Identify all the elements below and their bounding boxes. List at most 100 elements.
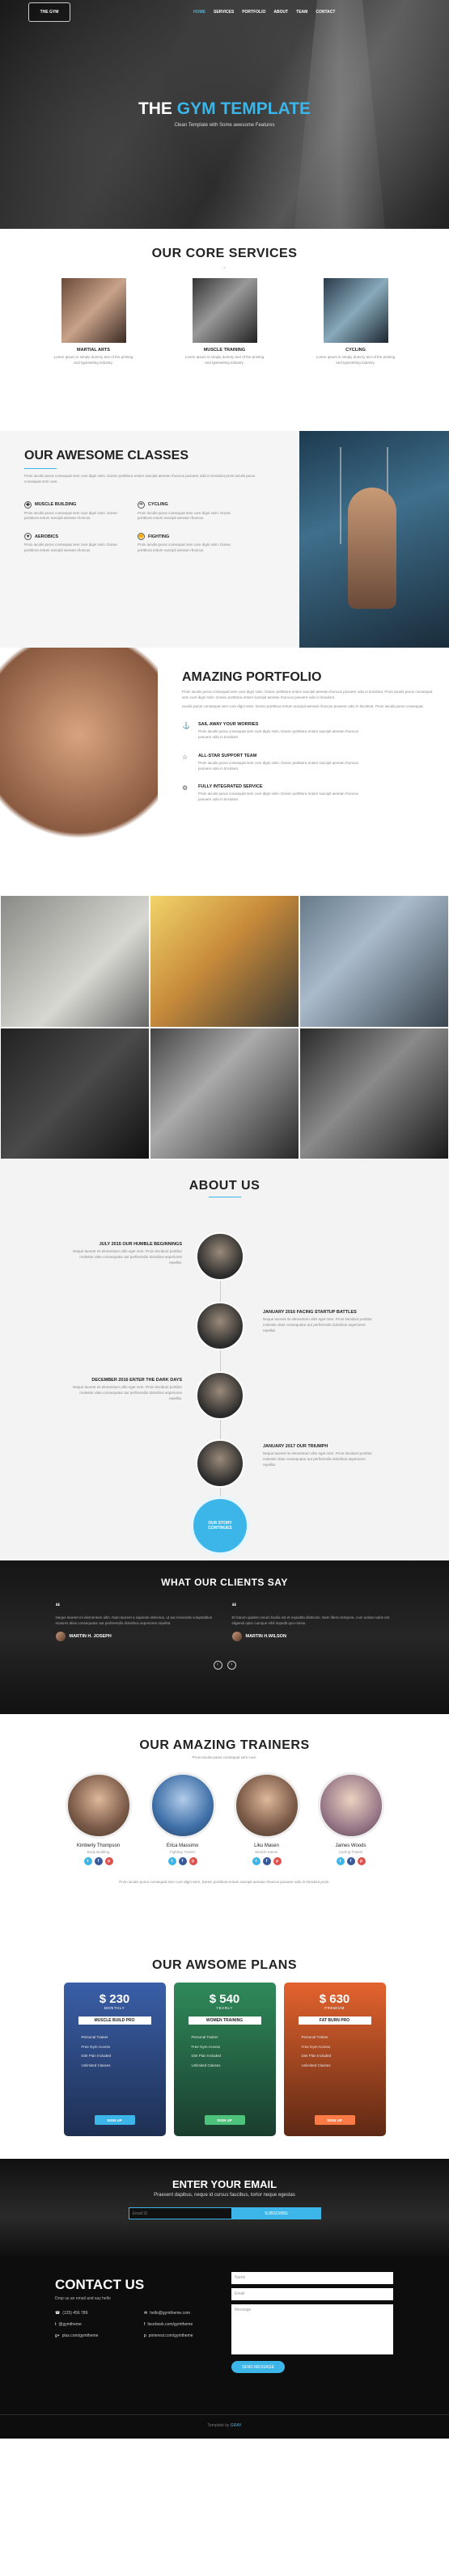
contact-form: Name Email Message SEND MESSAGE <box>231 2272 393 2373</box>
nav-menu: HOME SERVICES PORTFOLIO ABOUT TEAM CONTA… <box>193 10 335 15</box>
plan-period: MONTHLY <box>104 2006 125 2010</box>
feature-text: Proin iaculis purus consequat sem cure d… <box>198 760 358 771</box>
service-name: MUSCLE TRAINING <box>203 348 246 353</box>
class-name: FIGHTING <box>148 534 170 539</box>
facebook-icon[interactable]: f <box>178 1856 187 1865</box>
plans-section: OUR AWSOME PLANS $ 230 MONTHLY MUSCLE BU… <box>0 1940 449 2159</box>
gallery-image-kettlebells[interactable] <box>0 1027 150 1159</box>
contact-pinterest[interactable]: p pinterest.com/gymtheme <box>144 2333 233 2338</box>
signup-button[interactable]: SIGN UP <box>94 2115 135 2125</box>
portfolio-intro-1: Proin iaculis purus consequat sem cure d… <box>182 690 433 699</box>
twitter-icon[interactable]: t <box>336 1856 345 1865</box>
gallery-image-ropes[interactable] <box>150 1027 299 1159</box>
feature-text: Proin iaculis purus consequat sem cure d… <box>198 729 358 739</box>
plan-feature: Unlimited Classes <box>81 2063 111 2068</box>
pinterest-icon[interactable]: p <box>104 1856 113 1865</box>
portfolio-title: AMAZING PORTFOLIO <box>182 670 322 684</box>
classes-section: OUR AWESOME CLASSES Proin iaculis purus … <box>0 431 449 648</box>
service-text: Lorem Ipsum is simply dummy text of the … <box>53 355 133 365</box>
gallery-image-running[interactable] <box>150 895 299 1028</box>
nav-item-team[interactable]: TEAM <box>296 10 307 15</box>
next-arrow-icon[interactable]: › <box>227 1660 236 1670</box>
plan-feature: Free Gym Access <box>301 2044 331 2049</box>
plan-name: MUSCLE BUILD PRO <box>78 2016 151 2025</box>
trainer-name: James Woods <box>335 1843 366 1848</box>
nav-item-portfolio[interactable]: PORTFOLIO <box>242 10 265 15</box>
email-input[interactable] <box>128 2207 232 2219</box>
class-text: Proin iaculis purus consequat sem cure d… <box>24 543 118 552</box>
testimonial-text: Et harum quidem rerum facilis est et exp… <box>231 1615 390 1625</box>
prev-arrow-icon[interactable]: ‹ <box>213 1660 222 1670</box>
send-message-button[interactable]: SEND MESSAGE <box>231 2361 285 2373</box>
signup-button[interactable]: SIGN UP <box>314 2115 355 2125</box>
aerobics-icon: ♥ <box>24 533 32 540</box>
twitter-icon[interactable]: t <box>167 1856 176 1865</box>
nav-item-services[interactable]: SERVICES <box>214 10 234 15</box>
trainers-list: Kimberly Thompson Body Building tfp Eric… <box>0 1772 449 1865</box>
facebook-icon[interactable]: f <box>94 1856 103 1865</box>
pinterest-icon[interactable]: p <box>273 1856 282 1865</box>
service-image <box>61 278 126 343</box>
nav-item-contact[interactable]: CONTACT <box>316 10 335 15</box>
trainer-role: Muscle trainer <box>255 1849 278 1854</box>
contact-email[interactable]: ✉ hello@gymtheme.com <box>144 2311 233 2316</box>
message-field[interactable]: Message <box>231 2304 393 2354</box>
trainer-photo <box>149 1772 216 1839</box>
twitter-icon[interactable]: t <box>83 1856 92 1865</box>
plan-name: WOMEN TRAINING <box>188 2016 261 2025</box>
testimonials-section: WHAT OUR CLIENTS SAY “ Neque laoreet mi … <box>0 1560 449 1714</box>
services-list: MARTIAL ARTS Lorem Ipsum is simply dummy… <box>0 278 449 366</box>
services-title: OUR CORE SERVICES <box>151 247 298 260</box>
plan-features: Personal Trainer Free Gym Access Diet Pl… <box>174 2033 276 2071</box>
contact-twitter[interactable]: t @gymtheme <box>55 2322 144 2327</box>
service-card-muscle-training: MUSCLE TRAINING Lorem Ipsum is simply du… <box>184 278 265 366</box>
gear-icon: ⚙ <box>182 784 188 792</box>
twitter-icon[interactable]: t <box>252 1856 261 1865</box>
plan-feature: Free Gym Access <box>191 2044 221 2049</box>
trainer-role: Fighting Trainer <box>169 1849 196 1854</box>
trainer-name: Liku Masen <box>254 1843 279 1848</box>
plan-feature: Diet Plan Included <box>81 2054 112 2059</box>
portfolio-intro-2: Iaculis purus consequat sem cure digni s… <box>182 703 424 708</box>
googleplus-icon: g+ <box>55 2333 60 2338</box>
contact-facebook[interactable]: f facebook.com/gymtheme <box>144 2322 233 2327</box>
facebook-icon[interactable]: f <box>262 1856 271 1865</box>
contact-phone: ☎ (125) 456 789 <box>55 2311 88 2316</box>
timeline-image <box>196 1439 244 1488</box>
plan-feature: Unlimited Classes <box>191 2063 221 2068</box>
pinterest-icon[interactable]: p <box>357 1856 366 1865</box>
plan-feature: Diet Plan Included <box>191 2054 222 2059</box>
class-item-muscle-building: ✚ MUSCLE BUILDING Proin iaculis purus con… <box>24 500 121 522</box>
timeline-heading: JANUARY 2016 FACING STARTUP BATTLES <box>263 1310 357 1315</box>
gallery-image-pushups[interactable] <box>0 895 150 1028</box>
class-item-aerobics: ♥ AEROBICS Proin iaculis purus consequat … <box>24 533 121 554</box>
name-field[interactable]: Name <box>231 2272 393 2284</box>
contact-googleplus[interactable]: g+ plus.com/gymtheme <box>55 2333 144 2338</box>
nav-item-home[interactable]: HOME <box>193 10 205 15</box>
class-name: AEROBICS <box>35 534 59 539</box>
class-name: MUSCLE BUILDING <box>35 502 77 507</box>
service-image <box>192 278 257 343</box>
pinterest-icon[interactable]: p <box>188 1856 197 1865</box>
timeline-item: JANUARY 2016 FACING STARTUP BATTLES Nequ… <box>0 1302 449 1358</box>
story-continues-badge[interactable]: OUR STORY CONTINUES <box>190 1496 250 1556</box>
pinterest-icon: p <box>144 2333 146 2338</box>
subscribe-button[interactable]: SUBSCRIBE <box>231 2207 321 2219</box>
email-field[interactable]: Email <box>231 2288 393 2300</box>
trainer-card: Kimberly Thompson Body Building tfp <box>65 1772 132 1865</box>
plans-title: OUR AWSOME PLANS <box>152 1958 297 1972</box>
trainers-description: Proin iaculis purus consequat sem cure d… <box>119 1879 330 1884</box>
plan-price: $ 630 <box>319 1992 350 2006</box>
timeline-heading: JANUARY 2017 OUR TRIUMPH <box>263 1444 328 1449</box>
feature-sail-away: ⚓ SAIL AWAY YOUR WORRIES Proin iaculis p… <box>182 722 433 741</box>
plan-card: $ 630 PREMIUM FAT BURN PRO Personal Trai… <box>283 1983 386 2136</box>
signup-button[interactable]: SIGN UP <box>204 2115 245 2125</box>
gallery-image-stretching[interactable] <box>299 895 449 1028</box>
classes-content: OUR AWESOME CLASSES Proin iaculis purus … <box>0 431 299 648</box>
footer-brand-link[interactable]: GRAY <box>231 2423 242 2428</box>
nav-item-about[interactable]: ABOUT <box>273 10 288 15</box>
gallery-image-boxing[interactable] <box>299 1027 449 1159</box>
logo[interactable]: THE GYM <box>28 2 70 22</box>
newsletter-section: ENTER YOUR EMAIL Praesent dapibus, neque… <box>0 2159 449 2256</box>
facebook-icon[interactable]: f <box>346 1856 355 1865</box>
